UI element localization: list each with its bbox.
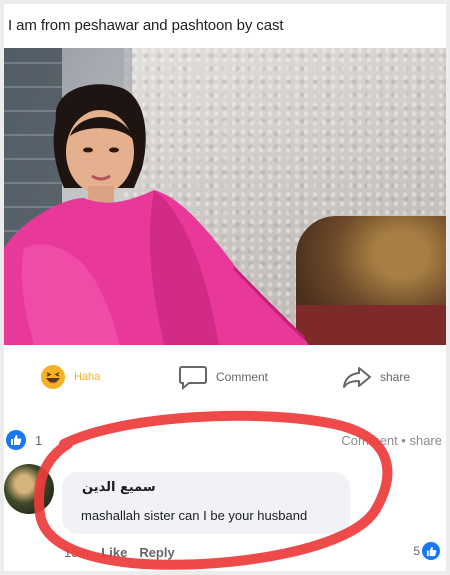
post-photo[interactable] [4,48,446,345]
comment-share-summary[interactable]: Comment • share [341,433,442,448]
comment-time: 15m [64,545,90,560]
comment-text: mashallah sister can I be your husband [81,508,308,523]
post-card: I am from peshawar and pashtoon by cast [4,4,446,571]
share-icon [343,367,371,388]
comment-label: Comment [216,370,269,384]
comment-reply-button[interactable]: Reply [139,545,174,560]
reaction-count[interactable]: 1 [35,433,42,448]
comment-bubble: سمیع الدین mashallah sister can I be you… [62,472,350,534]
commenter-avatar[interactable] [4,464,54,514]
comment-button[interactable]: Comment [178,364,268,390]
haha-button[interactable]: Haha [40,364,100,390]
reactions-row: 1 Comment • share [4,430,446,452]
comment-reaction-number: 5 [413,544,420,558]
like-reaction-badge[interactable] [6,430,26,450]
action-bar: Haha Comment share [4,364,446,398]
share-label: share [380,370,411,384]
like-icon [426,546,436,556]
like-icon [11,435,22,445]
post-text: I am from peshawar and pashtoon by cast [8,17,284,34]
haha-emoji-icon [41,365,65,389]
share-button[interactable]: share [342,364,410,390]
comment-author[interactable]: سمیع الدین [82,480,156,495]
comment-reaction-count[interactable]: 5 [413,542,440,560]
comment-like-badge [422,542,440,560]
comment-meta: 15m Like Reply [64,545,175,560]
comment-like-button[interactable]: Like [101,545,127,560]
haha-label: Haha [74,371,101,383]
person-figure [4,84,309,345]
comment-icon [179,366,207,390]
